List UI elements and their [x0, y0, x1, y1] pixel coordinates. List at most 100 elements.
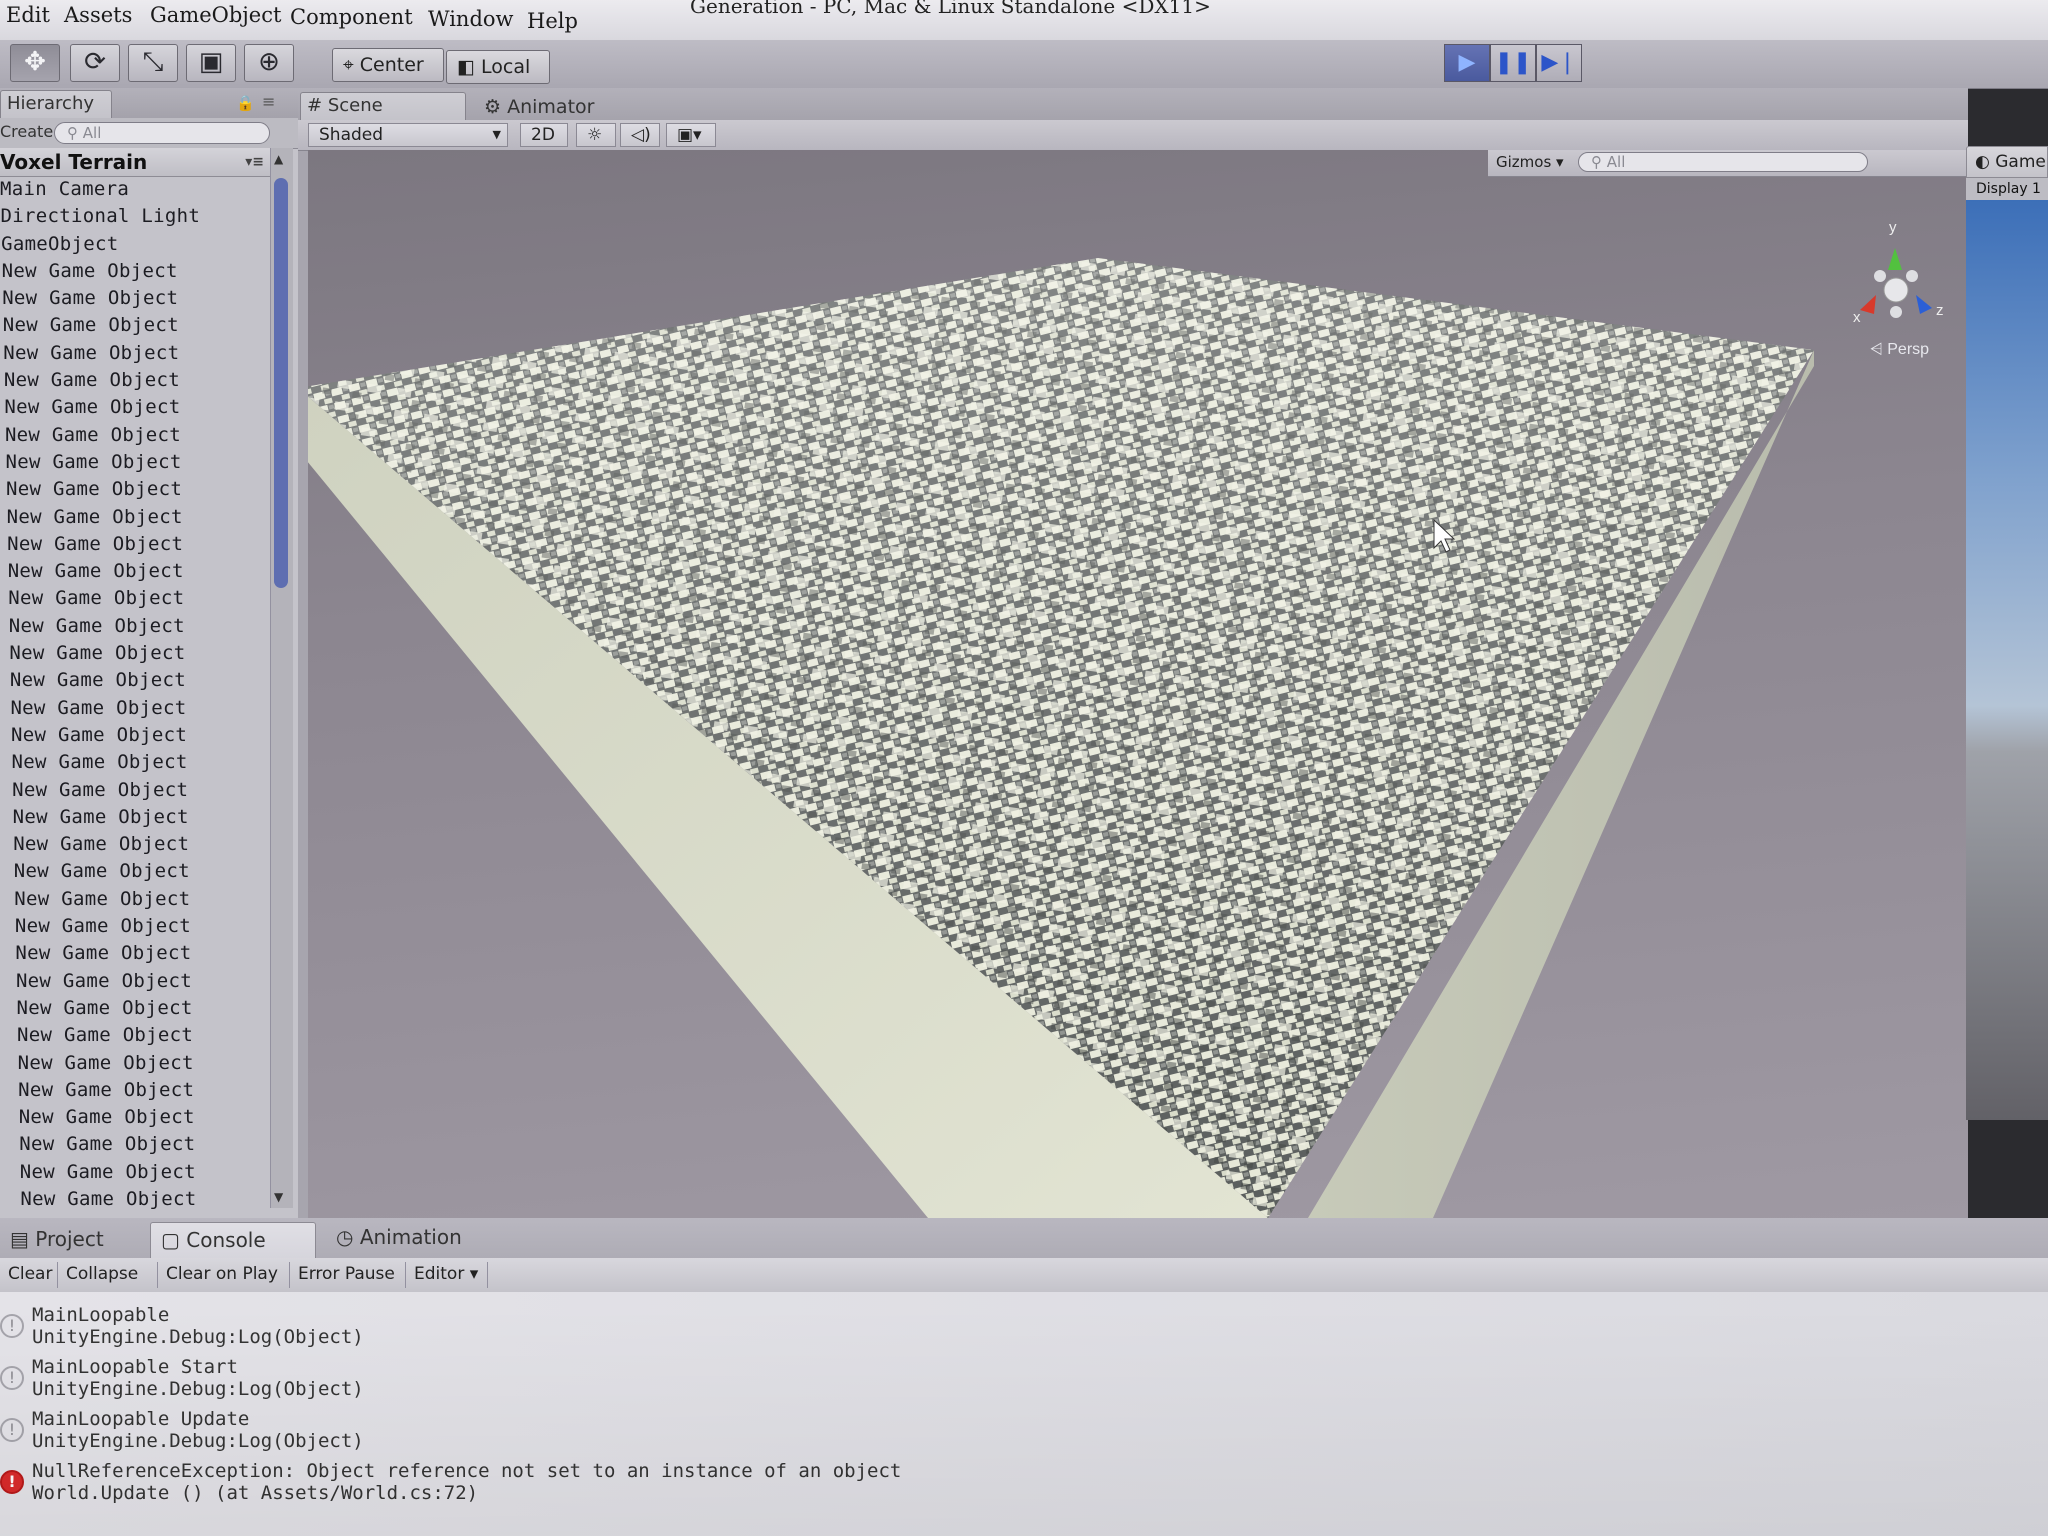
hierarchy-item[interactable]: New Game Object [0, 258, 270, 285]
hierarchy-item[interactable]: New Game Object [0, 613, 270, 640]
tab-animator[interactable]: ⚙ Animator [484, 96, 594, 118]
projection-label[interactable]: ⩤ Persp [1870, 341, 1929, 358]
hierarchy-item[interactable]: New Game Object [0, 858, 270, 885]
menu-assets[interactable]: Assets [64, 0, 132, 40]
hierarchy-item[interactable]: New Game Object [0, 312, 270, 339]
log-entry-error[interactable]: ! NullReferenceException: Object referen… [0, 1460, 1000, 1512]
hierarchy-item[interactable]: New Game Object [0, 968, 270, 995]
scene-root-item[interactable]: Voxel Terrain ▾≡ [0, 148, 270, 177]
pause-button[interactable]: ❚❚ [1490, 44, 1536, 82]
animator-icon: ⚙ [484, 96, 502, 118]
log-entry[interactable]: ! MainLoopable Start UnityEngine.Debug:L… [0, 1356, 1000, 1408]
scene-tab-strip: # Scene ⚙ Animator [298, 88, 1968, 120]
hierarchy-item[interactable]: New Game Object [0, 667, 270, 694]
hierarchy-item[interactable]: New Game Object [0, 449, 270, 476]
log-entry[interactable]: ! MainLoopable UnityEngine.Debug:Log(Obj… [0, 1304, 1000, 1356]
hierarchy-item[interactable]: New Game Object [0, 367, 270, 394]
search-icon: ⚲ [67, 124, 78, 142]
hierarchy-item[interactable]: New Game Object [0, 531, 270, 558]
hierarchy-scrollbar[interactable]: ▲ ▼ [270, 148, 293, 1208]
hierarchy-item[interactable]: New Game Object [0, 1131, 270, 1158]
hierarchy-item[interactable]: New Game Object [0, 1077, 270, 1104]
pivot-center-button[interactable]: ⌖ Center [332, 48, 444, 82]
transform-tool-icon[interactable]: ⊕ [244, 44, 294, 82]
window-title: Generation - PC, Mac & Linux Standalone … [690, 0, 1211, 18]
clear-on-play-button[interactable]: Clear on Play [158, 1262, 290, 1288]
hierarchy-search-input[interactable]: ⚲ All [54, 122, 270, 144]
clear-button[interactable]: Clear [0, 1262, 58, 1288]
effects-toggle-icon[interactable]: ▣▾ [666, 123, 716, 147]
hierarchy-item[interactable]: New Game Object [0, 1159, 270, 1186]
hierarchy-item[interactable]: New Game Object [0, 285, 270, 312]
audio-toggle-icon[interactable]: ◁) [620, 123, 660, 147]
tab-scene[interactable]: # Scene [300, 92, 466, 120]
hierarchy-item[interactable]: New Game Object [0, 1104, 270, 1131]
create-dropdown[interactable]: Create [0, 122, 53, 141]
display-dropdown[interactable]: Display 1 [1966, 178, 2048, 200]
tab-animation[interactable]: ◷ Animation [326, 1220, 486, 1256]
tab-console[interactable]: ▢ Console [150, 1222, 316, 1258]
menu-icon[interactable]: ≡ [262, 92, 275, 111]
clock-icon: ◷ [336, 1225, 360, 1249]
orientation-gizmo-icon[interactable] [1860, 248, 1932, 318]
cube-icon: ◧ [457, 56, 481, 78]
hierarchy-item[interactable]: New Game Object [0, 695, 270, 722]
hierarchy-item[interactable]: New Game Object [0, 640, 270, 667]
move-tool-icon[interactable]: ✥ [10, 44, 60, 82]
lighting-toggle-icon[interactable]: ☼ [576, 123, 616, 147]
info-icon: ! [0, 1366, 24, 1390]
hierarchy-item[interactable]: New Game Object [0, 394, 270, 421]
hierarchy-item[interactable]: New Game Object [0, 886, 270, 913]
hierarchy-item[interactable]: New Game Object [0, 558, 270, 585]
step-button[interactable]: ▶❘ [1536, 44, 1582, 82]
hierarchy-item[interactable]: New Game Object [0, 749, 270, 776]
hierarchy-item[interactable]: New Game Object [0, 340, 270, 367]
hierarchy-item[interactable]: New Game Object [0, 1050, 270, 1077]
hierarchy-item[interactable]: New Game Object [0, 1022, 270, 1049]
scroll-up-icon[interactable]: ▲ [274, 152, 283, 166]
pivot-local-button[interactable]: ◧ Local [446, 50, 550, 84]
2d-toggle[interactable]: 2D [520, 123, 568, 147]
hierarchy-item[interactable]: New Game Object [0, 722, 270, 749]
scene-panel: # Scene ⚙ Animator Shaded ▼ 2D ☼ ◁) ▣▾ G… [298, 88, 1968, 1218]
tab-hierarchy[interactable]: Hierarchy [0, 90, 112, 118]
menu-window[interactable]: Window [428, 4, 514, 44]
scene-viewport[interactable]: Gizmos ▾ ⚲ All y x z ⩤ Persp [308, 150, 1968, 1218]
rotate-tool-icon[interactable]: ⟳ [70, 44, 120, 82]
shading-dropdown[interactable]: Shaded ▼ [308, 123, 508, 147]
error-pause-button[interactable]: Error Pause [290, 1262, 406, 1288]
hierarchy-item[interactable]: New Game Object [0, 504, 270, 531]
hierarchy-item[interactable]: Main Camera [0, 176, 270, 203]
tab-project[interactable]: ▤ Project [0, 1222, 150, 1258]
scroll-down-icon[interactable]: ▼ [274, 1190, 283, 1204]
hierarchy-item[interactable]: New Game Object [0, 831, 270, 858]
hierarchy-item[interactable]: New Game Object [0, 995, 270, 1022]
hierarchy-item[interactable]: New Game Object [0, 1186, 270, 1213]
hierarchy-item[interactable]: New Game Object [0, 777, 270, 804]
hierarchy-item[interactable]: GameObject [0, 231, 270, 258]
tab-game[interactable]: ◐ Game [1966, 146, 2048, 178]
scale-tool-icon[interactable]: ⤡ [128, 44, 178, 82]
scene-options-icon[interactable]: ▾≡ [245, 148, 264, 176]
hierarchy-item[interactable]: New Game Object [0, 913, 270, 940]
log-entry[interactable]: ! MainLoopable Update UnityEngine.Debug:… [0, 1408, 1000, 1460]
hierarchy-item[interactable]: New Game Object [0, 585, 270, 612]
lock-icon[interactable]: 🔒 [236, 94, 255, 112]
menu-gameobject[interactable]: GameObject [150, 0, 281, 40]
hierarchy-item[interactable]: Directional Light [0, 203, 270, 230]
menu-edit[interactable]: Edit [6, 0, 50, 40]
game-viewport[interactable] [1966, 200, 2048, 1120]
hierarchy-item[interactable]: New Game Object [0, 804, 270, 831]
hierarchy-scroll-thumb[interactable] [274, 178, 288, 588]
chevron-down-icon: ▼ [492, 128, 501, 141]
play-button[interactable]: ▶ [1444, 44, 1490, 82]
hierarchy-item[interactable]: New Game Object [0, 940, 270, 967]
hierarchy-item[interactable]: New Game Object [0, 476, 270, 503]
menu-component[interactable]: Component [290, 2, 413, 42]
editor-dropdown[interactable]: Editor ▾ [406, 1262, 488, 1288]
rect-tool-icon[interactable]: ▣ [186, 44, 236, 82]
hierarchy-item[interactable]: New Game Object [0, 422, 270, 449]
gizmo-x-label: x [1853, 309, 1861, 326]
collapse-button[interactable]: Collapse [58, 1262, 158, 1288]
voxel-terrain-render: y x z ⩤ Persp [308, 219, 1944, 1218]
